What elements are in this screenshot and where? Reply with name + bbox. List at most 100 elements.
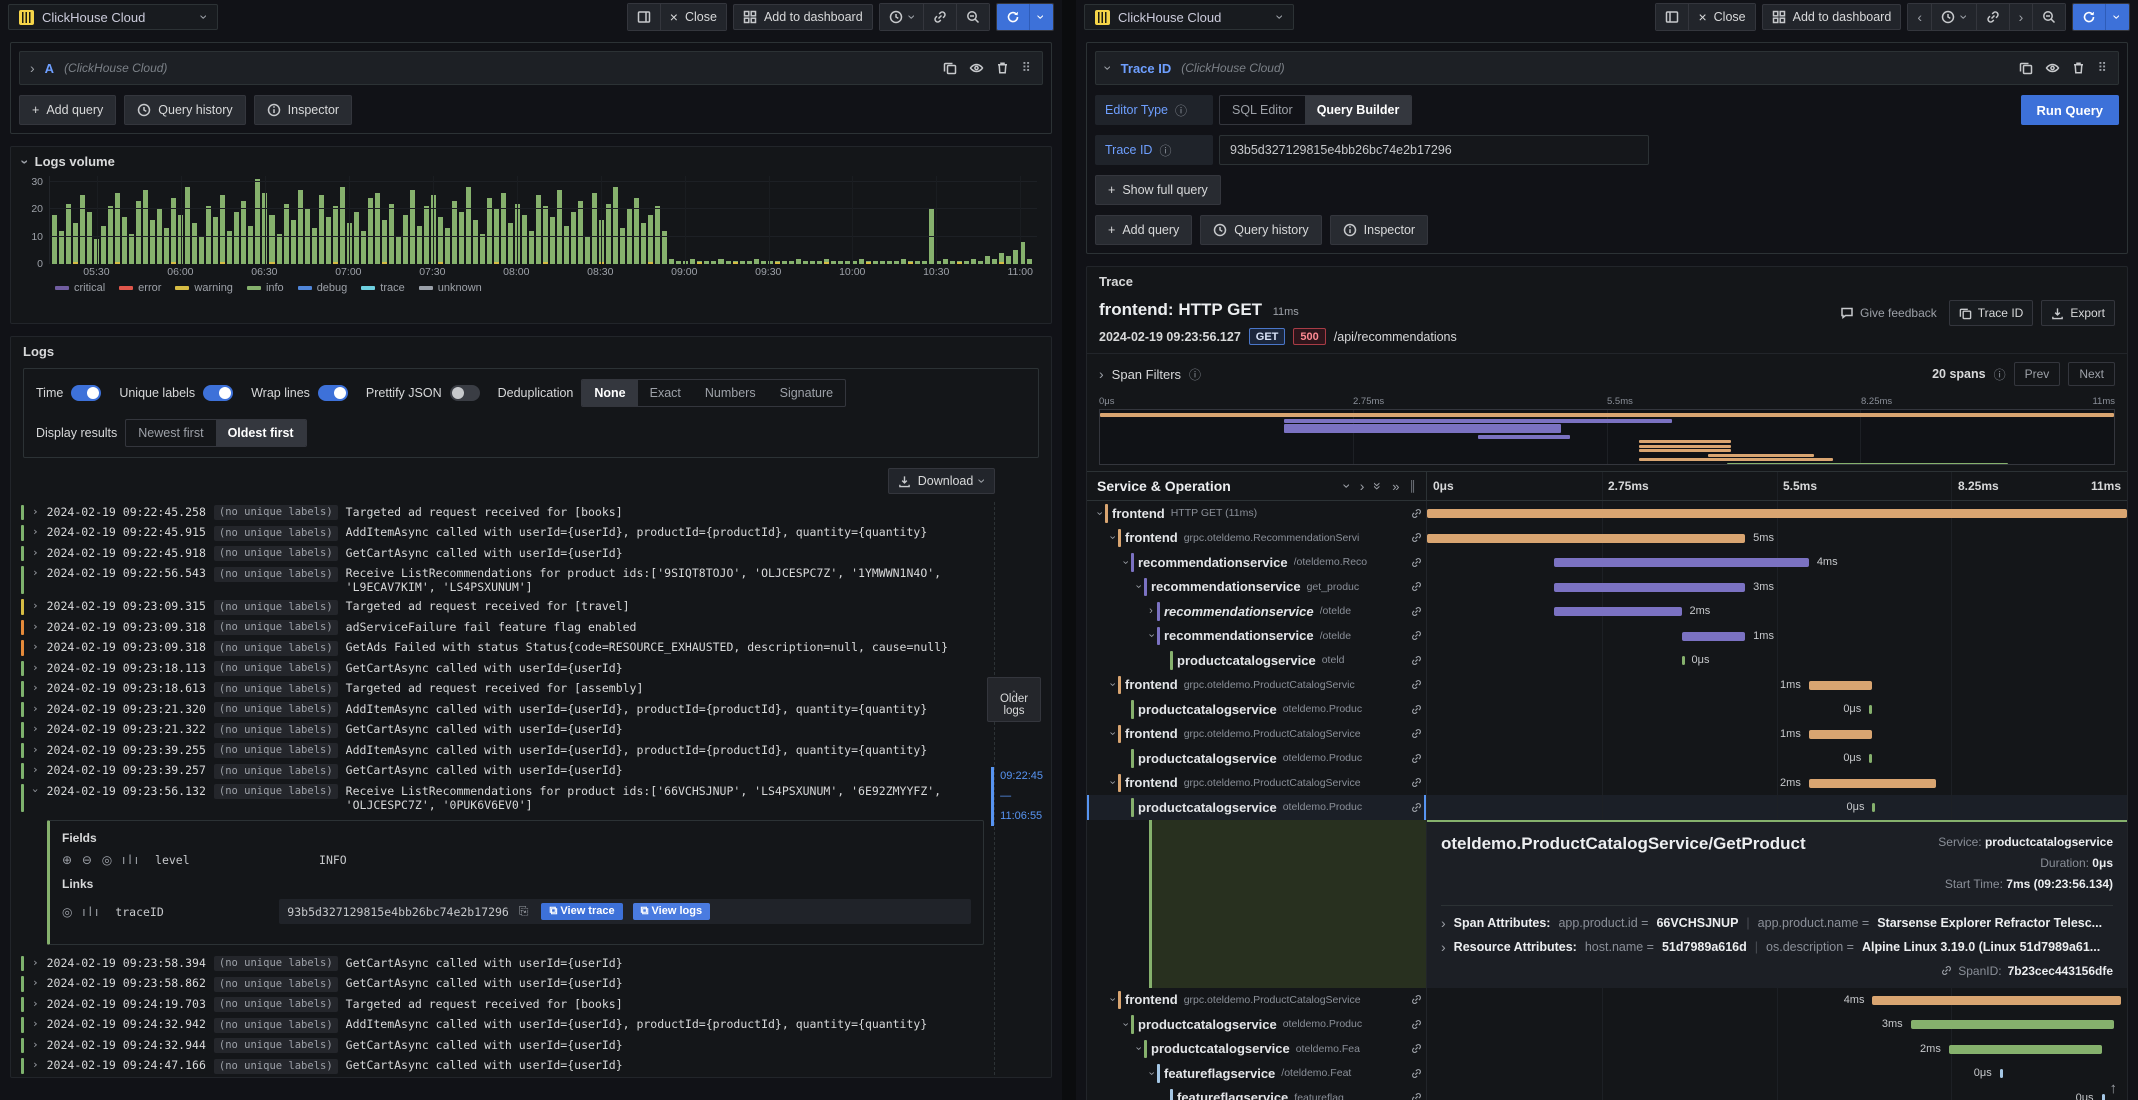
span-name-cell[interactable]: › productcatalogservice oteldemo.Produc: [1087, 1012, 1427, 1037]
span-row[interactable]: featureflagservice featureflag 0μs: [1087, 1085, 2127, 1100]
refresh-interval-dropdown[interactable]: ›: [1029, 4, 1053, 30]
add-to-dashboard-button[interactable]: Add to dashboard: [732, 4, 873, 30]
collapse-span-chevron-icon[interactable]: ›: [1146, 630, 1158, 642]
log-row[interactable]: › 2024-02-19 09:23:39.257 (no unique label…: [21, 761, 994, 782]
dedup-option-numbers[interactable]: Numbers: [693, 380, 768, 406]
refresh-interval-dropdown[interactable]: ›: [2105, 4, 2129, 30]
collapse-log-chevron-icon[interactable]: ›: [29, 787, 42, 794]
close-pane-button[interactable]: × Close: [1688, 4, 1755, 30]
copy-icon[interactable]: ⎘: [519, 904, 532, 919]
log-row[interactable]: › 2024-02-19 09:24:47.166 (no unique label…: [21, 1056, 994, 1077]
add-query-button[interactable]: + Add query: [19, 95, 117, 125]
log-row[interactable]: › 2024-02-19 09:23:21.322 (no unique label…: [21, 720, 994, 741]
delete-query-trash-icon[interactable]: [2072, 61, 2085, 75]
log-row[interactable]: › 2024-02-19 09:23:18.613 (no unique label…: [21, 679, 994, 700]
zoom-out-button[interactable]: [956, 4, 990, 30]
close-pane-button[interactable]: × Close: [659, 4, 726, 30]
collapse-span-chevron-icon[interactable]: ›: [1146, 1067, 1158, 1079]
span-name-cell[interactable]: › productcatalogservice oteldemo.Fea: [1087, 1036, 1427, 1061]
add-query-button[interactable]: + Add query: [1095, 215, 1193, 245]
duplicate-query-icon[interactable]: [943, 61, 957, 75]
expand-log-chevron-icon[interactable]: ›: [32, 506, 39, 517]
span-link-icon[interactable]: [1411, 704, 1422, 715]
collapse-span-chevron-icon[interactable]: ›: [1094, 507, 1106, 519]
log-row[interactable]: › 2024-02-19 09:23:56.132 (no unique label…: [21, 781, 994, 814]
view-logs-button[interactable]: ⧉ View logs: [632, 903, 711, 920]
span-timeline-cell[interactable]: 4ms: [1427, 550, 2127, 575]
expand-log-chevron-icon[interactable]: ›: [32, 744, 39, 755]
inspector-button[interactable]: Inspector: [253, 95, 353, 125]
expand-log-chevron-icon[interactable]: ›: [32, 547, 39, 558]
log-row[interactable]: ›2024-02-19 09:24:47.954(no unique label…: [21, 1076, 994, 1077]
trace-minimap[interactable]: 0μs 2.75ms 5.5ms 8.25ms 11ms: [1087, 394, 2127, 471]
log-row[interactable]: › 2024-02-19 09:23:18.113 (no unique label…: [21, 658, 994, 679]
collapse-span-chevron-icon[interactable]: ›: [1107, 679, 1119, 691]
prev-span-button[interactable]: Prev: [2013, 362, 2061, 386]
sort-newest-first[interactable]: Newest first: [126, 420, 215, 446]
view-trace-button[interactable]: ⧉ View trace: [541, 903, 623, 920]
legend-item-error[interactable]: error: [119, 282, 161, 294]
expand-span-chevron-icon[interactable]: ›: [1145, 605, 1157, 617]
disable-query-eye-icon[interactable]: [969, 61, 984, 75]
span-row[interactable]: › frontend grpc.oteldemo.ProductCatalogSer…: [1087, 672, 2127, 697]
span-name-cell[interactable]: › frontend grpc.oteldemo.ProductCatalogSer…: [1087, 770, 1427, 795]
collapse-span-chevron-icon[interactable]: ›: [1133, 581, 1145, 593]
split-pane-button[interactable]: [627, 4, 660, 30]
download-button[interactable]: Download ›: [887, 468, 995, 494]
trace-id-copy-button[interactable]: Trace ID: [1948, 300, 2034, 326]
log-row[interactable]: › 2024-02-19 09:23:58.862 (no unique label…: [21, 974, 994, 995]
collapse-span-chevron-icon[interactable]: ›: [1133, 1043, 1145, 1055]
expand-log-chevron-icon[interactable]: ›: [32, 723, 39, 734]
span-link-icon[interactable]: [1411, 753, 1422, 764]
span-timeline-cell[interactable]: 2ms: [1427, 599, 2127, 624]
collapse-span-chevron-icon[interactable]: ›: [1120, 1018, 1132, 1030]
span-timeline-cell[interactable]: 1ms: [1427, 721, 2127, 746]
legend-item-trace[interactable]: trace: [361, 282, 405, 294]
span-name-cell[interactable]: › frontend grpc.oteldemo.ProductCatalogSer…: [1087, 987, 1427, 1012]
info-icon[interactable]: ⓘ: [1159, 142, 1171, 159]
legend-item-unknown[interactable]: unknown: [418, 282, 482, 294]
query-row-trace-id[interactable]: › Trace ID (ClickHouse Cloud) ⠿: [1095, 51, 2119, 85]
add-to-dashboard-button[interactable]: Add to dashboard: [1761, 4, 1902, 30]
span-link-icon[interactable]: [1411, 679, 1422, 690]
time-toggle[interactable]: [71, 385, 102, 401]
span-name-cell[interactable]: productcatalogservice oteldemo.Produc: [1087, 697, 1427, 722]
link-icon[interactable]: [1941, 965, 1952, 976]
expand-attributes-chevron-icon[interactable]: ›: [1441, 940, 1446, 954]
collapse-query-chevron-icon[interactable]: ›: [1100, 66, 1116, 71]
log-scroll-range-indicator[interactable]: 09:22:45 — 11:06:55: [991, 767, 1043, 827]
span-name-cell[interactable]: productcatalogservice oteldemo.Produc: [1087, 746, 1427, 771]
shift-time-back-button[interactable]: ‹: [1908, 4, 1931, 30]
dedup-option-exact[interactable]: Exact: [638, 380, 693, 406]
span-row[interactable]: › frontend grpc.oteldemo.ProductCatalogSer…: [1087, 721, 2127, 746]
span-row[interactable]: productcatalogservice oteldemo.Produc 0μs: [1087, 746, 2127, 771]
span-link-icon[interactable]: [1411, 1068, 1422, 1079]
scroll-to-top-arrow[interactable]: ↑: [2110, 1080, 2118, 1097]
older-logs-button[interactable]: ‸ Older logs: [987, 677, 1041, 722]
log-row[interactable]: › 2024-02-19 09:23:09.318 (no unique label…: [21, 617, 994, 638]
expand-span-filters-chevron-icon[interactable]: ›: [1099, 367, 1104, 381]
span-link-icon[interactable]: [1411, 777, 1422, 788]
resource-attributes-row[interactable]: › Resource Attributes: host.name = 51d7989a…: [1441, 940, 2113, 954]
logs-volume-title[interactable]: › Logs volume: [11, 147, 1051, 176]
expand-log-chevron-icon[interactable]: ›: [32, 526, 39, 537]
log-row[interactable]: › 2024-02-19 09:23:21.320 (no unique label…: [21, 699, 994, 720]
expand-log-chevron-icon[interactable]: ›: [32, 567, 39, 578]
span-row[interactable]: › recommendationservice/otelde 2ms: [1087, 599, 2127, 624]
expand-log-chevron-icon[interactable]: ›: [32, 998, 39, 1009]
sql-editor-option[interactable]: SQL Editor: [1220, 96, 1305, 124]
span-timeline-cell[interactable]: 3ms: [1427, 574, 2127, 599]
expand-query-chevron-icon[interactable]: ›: [30, 61, 35, 75]
span-timeline-cell[interactable]: 0μs: [1427, 746, 2127, 771]
span-timeline-cell[interactable]: 1ms: [1427, 623, 2127, 648]
expand-log-chevron-icon[interactable]: ›: [32, 1018, 39, 1029]
info-icon[interactable]: ⓘ: [1175, 102, 1187, 119]
span-row[interactable]: › frontend HTTP GET (11ms): [1087, 501, 2127, 526]
log-row[interactable]: › 2024-02-19 09:24:32.942 (no unique label…: [21, 1015, 994, 1036]
expand-log-chevron-icon[interactable]: ›: [32, 621, 39, 632]
span-link-icon[interactable]: [1411, 581, 1422, 592]
run-refresh-button[interactable]: [2073, 4, 2106, 30]
expand-attributes-chevron-icon[interactable]: ›: [1441, 916, 1446, 930]
left-datasource-picker[interactable]: ClickHouse Cloud ›: [8, 4, 218, 30]
dedup-option-none[interactable]: None: [582, 380, 638, 406]
